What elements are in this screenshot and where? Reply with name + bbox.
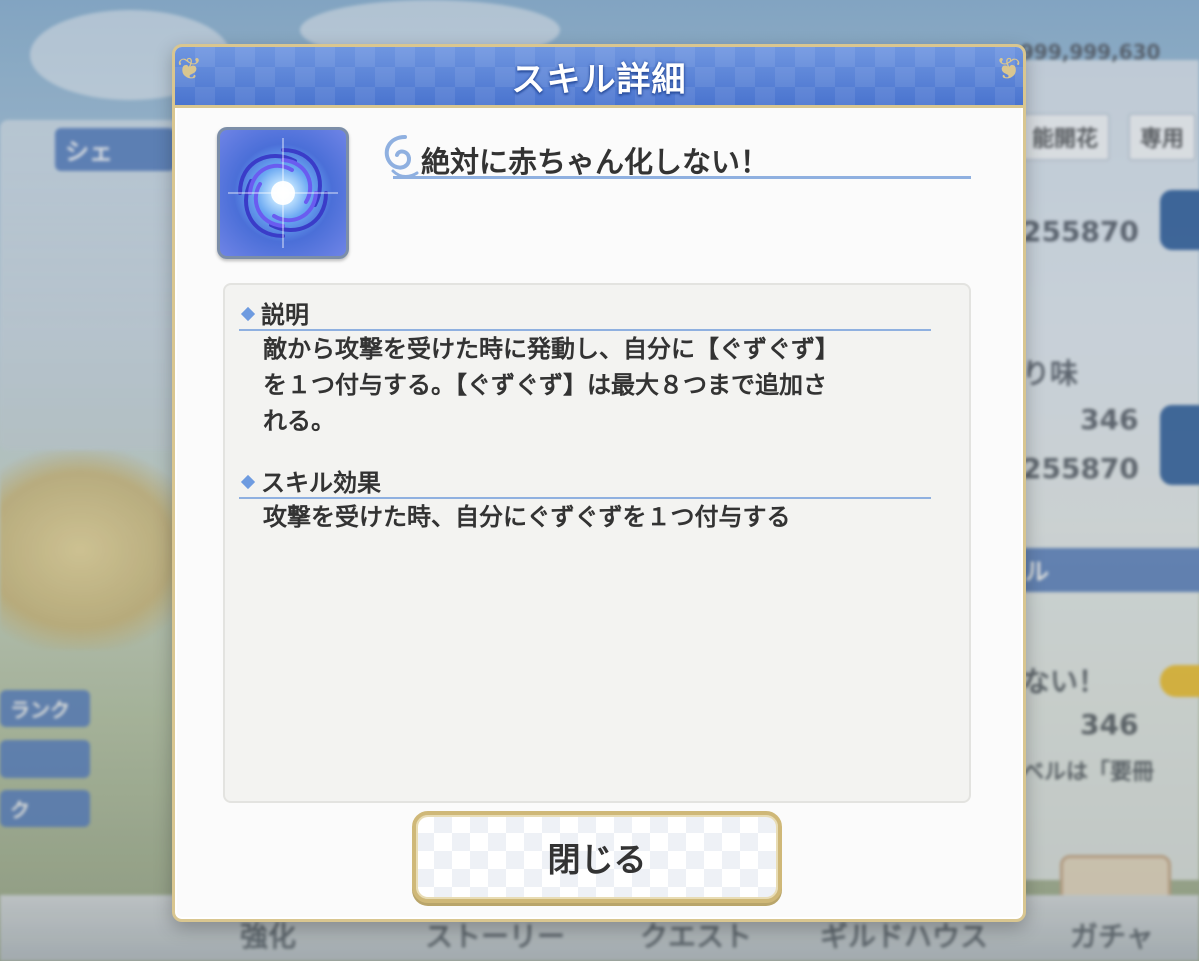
swirl-ornament-icon: [384, 135, 419, 178]
ornament-icon: ❦: [177, 52, 203, 87]
dialog-header: ❦ ❦ スキル詳細: [175, 47, 1023, 108]
close-button-label: 閉じる: [547, 840, 647, 879]
description-heading-text: 説明: [261, 301, 309, 329]
diamond-bullet-icon: [240, 474, 256, 490]
vortex-icon: [228, 138, 338, 248]
close-button[interactable]: 閉じる: [412, 811, 782, 903]
effect-heading-text: スキル効果: [261, 469, 381, 497]
dialog-title: スキル詳細: [511, 59, 687, 100]
vortex-skill-icon: [217, 127, 349, 259]
ornament-icon: ❦: [995, 52, 1021, 87]
skill-info-panel[interactable]: 説明 敵から攻撃を受けた時に発動し、自分に【ぐずぐず】 を１つ付与する。【ぐずぐ…: [223, 283, 971, 803]
effect-heading: スキル効果: [240, 463, 381, 498]
skill-detail-dialog: ❦ ❦ スキル詳細 絶対に赤ちゃん化しない！ 説明 敵から攻撃を受けた時に発動し…: [172, 44, 1026, 922]
description-line: れる。: [263, 407, 335, 435]
skill-name: 絶対に赤ちゃん化しない！: [421, 145, 770, 179]
description-heading: 説明: [240, 295, 309, 330]
diamond-bullet-icon: [240, 306, 256, 322]
description-line: 敵から攻撃を受けた時に発動し、自分に【ぐずぐず】: [263, 335, 839, 363]
divider: [393, 176, 971, 179]
description-line: を１つ付与する。【ぐずぐず】は最大８つまで追加さ: [263, 371, 827, 399]
effect-text: 攻撃を受けた時、自分にぐずぐずを１つ付与する: [263, 503, 791, 531]
description-text: 敵から攻撃を受けた時に発動し、自分に【ぐずぐず】 を１つ付与する。【ぐずぐず】は…: [263, 331, 943, 439]
